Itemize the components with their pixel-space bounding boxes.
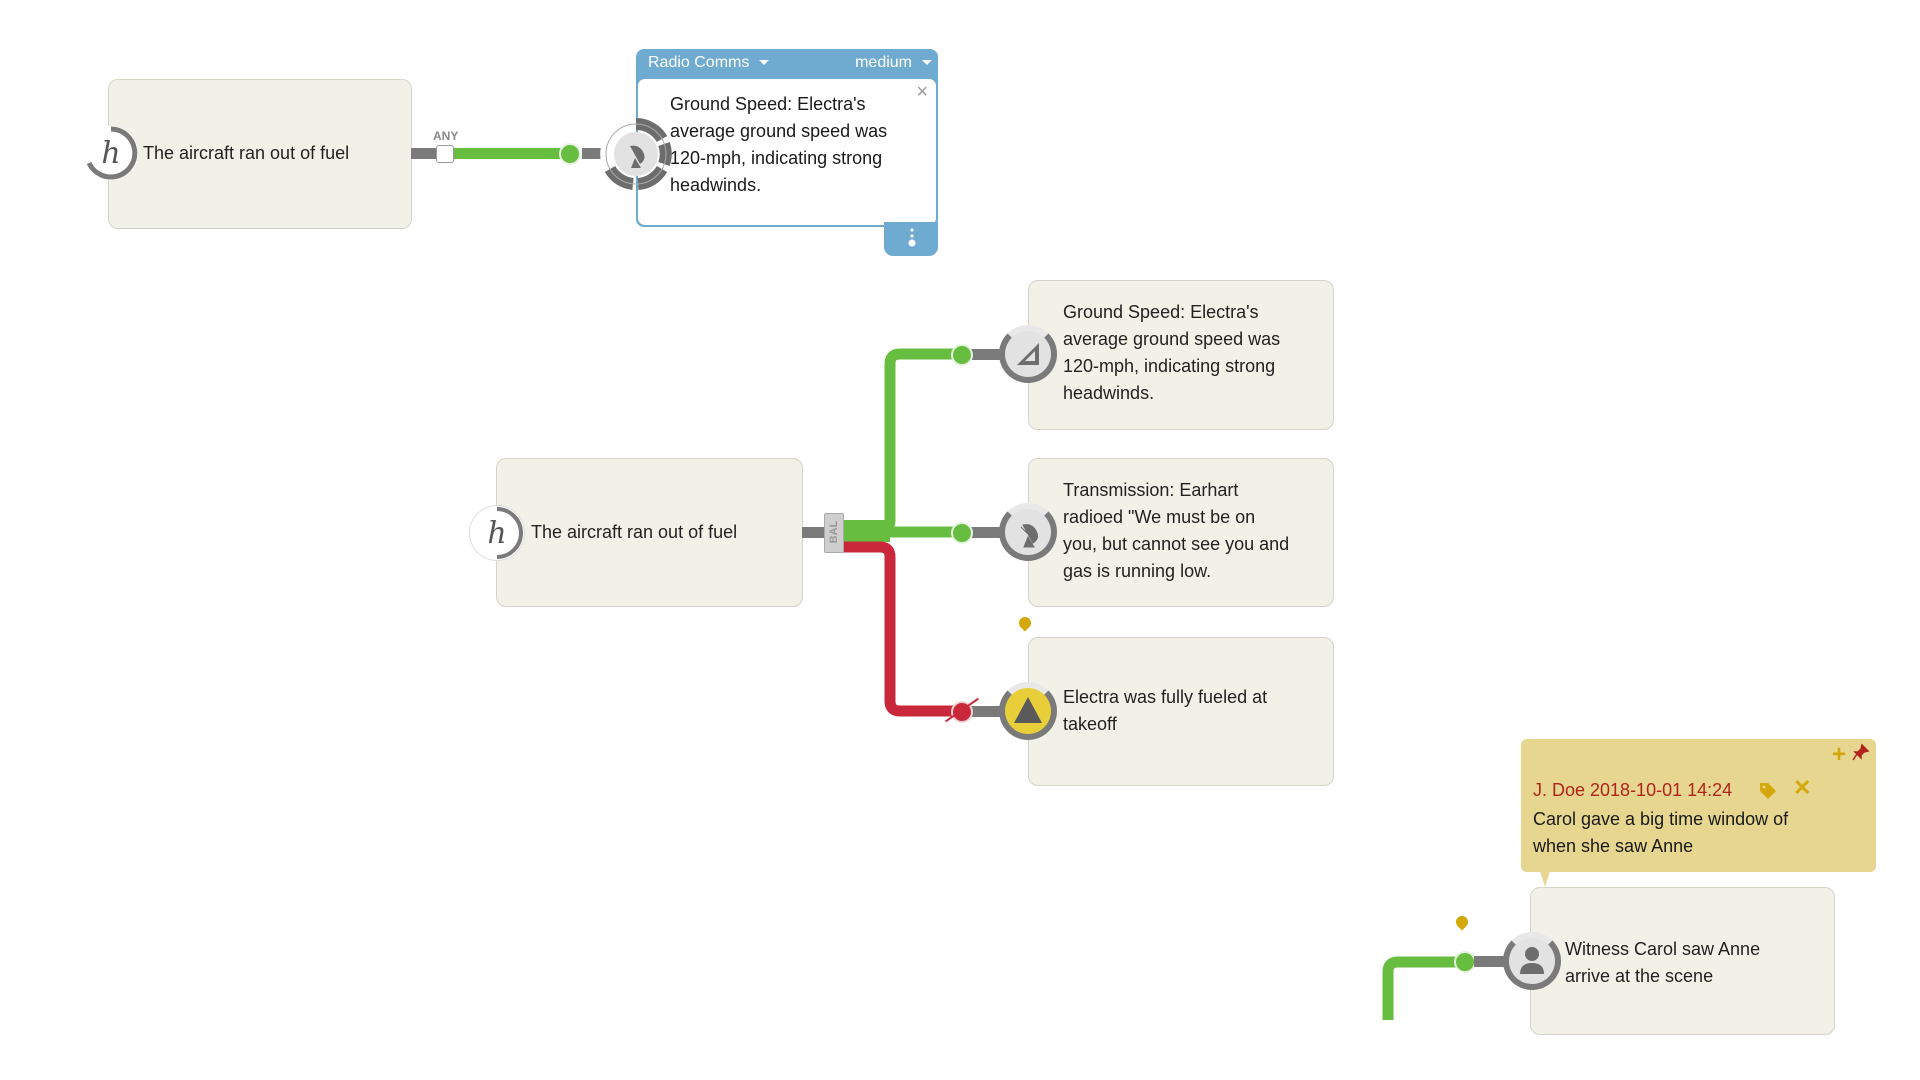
pin-icon[interactable] <box>1852 743 1870 766</box>
note-author: J. Doe 2018-10-01 14:24 <box>1533 780 1733 800</box>
evidence-text: Ground Speed: Electra's average ground s… <box>1063 302 1281 403</box>
connector-stub <box>970 349 1002 360</box>
note-text[interactable]: Carol gave a big time window of when she… <box>1533 806 1833 860</box>
person-icon[interactable] <box>1503 932 1561 990</box>
witness-text: Witness Carol saw Anne arrive at the sce… <box>1565 939 1761 986</box>
any-label: ANY <box>433 129 459 143</box>
evidence-popup: Radio Comms medium × Ground Speed: Elect… <box>636 49 938 227</box>
bal-label: BAL <box>828 520 840 544</box>
connector-stub <box>802 527 826 538</box>
more-options-button[interactable] <box>884 222 938 256</box>
strength-dropdown[interactable]: medium <box>855 54 932 72</box>
strength-label: medium <box>855 54 912 71</box>
chevron-down-icon <box>922 60 932 66</box>
link-dot[interactable] <box>1454 951 1476 973</box>
svg-text:h: h <box>487 516 506 551</box>
link-dot[interactable] <box>559 143 581 165</box>
category-label: Radio Comms <box>648 54 750 71</box>
hypothesis-h-icon: h <box>469 505 525 561</box>
note-pointer <box>1540 871 1550 887</box>
close-icon[interactable]: × <box>916 81 928 104</box>
connector-stub <box>1474 956 1506 967</box>
popup-body: × Ground Speed: Electra's average ground… <box>638 79 936 225</box>
evidence-text[interactable]: Ground Speed: Electra's average ground s… <box>670 91 910 199</box>
radio-dish-icon[interactable] <box>600 117 672 190</box>
link-dot[interactable] <box>951 344 973 366</box>
connector-stub <box>970 706 1002 717</box>
evidence-text: Electra was fully fueled at takeoff <box>1063 687 1268 734</box>
add-icon[interactable]: + <box>1832 741 1846 769</box>
tag-icon[interactable] <box>1758 781 1778 806</box>
chevron-down-icon <box>759 60 770 66</box>
category-dropdown[interactable]: Radio Comms <box>648 54 770 72</box>
more-vertical-icon <box>908 228 916 253</box>
delete-icon[interactable]: ✕ <box>1793 775 1811 801</box>
note-pin-icon[interactable] <box>1453 913 1471 931</box>
hypothesis-label: The aircraft ran out of fuel <box>143 143 350 163</box>
evidence-text: Transmission: Earhart radioed "We must b… <box>1063 480 1290 581</box>
warning-triangle-icon[interactable] <box>999 682 1057 740</box>
bal-junction[interactable]: BAL <box>824 513 844 553</box>
any-gate-handle[interactable] <box>436 145 454 163</box>
radio-dish-icon[interactable] <box>999 503 1057 561</box>
support-link <box>446 148 570 159</box>
hypothesis-label: The aircraft ran out of fuel <box>531 522 738 542</box>
annotation-note: + J. Doe 2018-10-01 14:24 ✕ Carol gave a… <box>1521 739 1876 872</box>
svg-text:h: h <box>101 136 120 171</box>
link-dot[interactable] <box>951 522 973 544</box>
connector-stub <box>970 527 1002 538</box>
ruler-triangle-icon[interactable] <box>999 325 1057 383</box>
hypothesis-h-icon: h <box>84 126 138 180</box>
